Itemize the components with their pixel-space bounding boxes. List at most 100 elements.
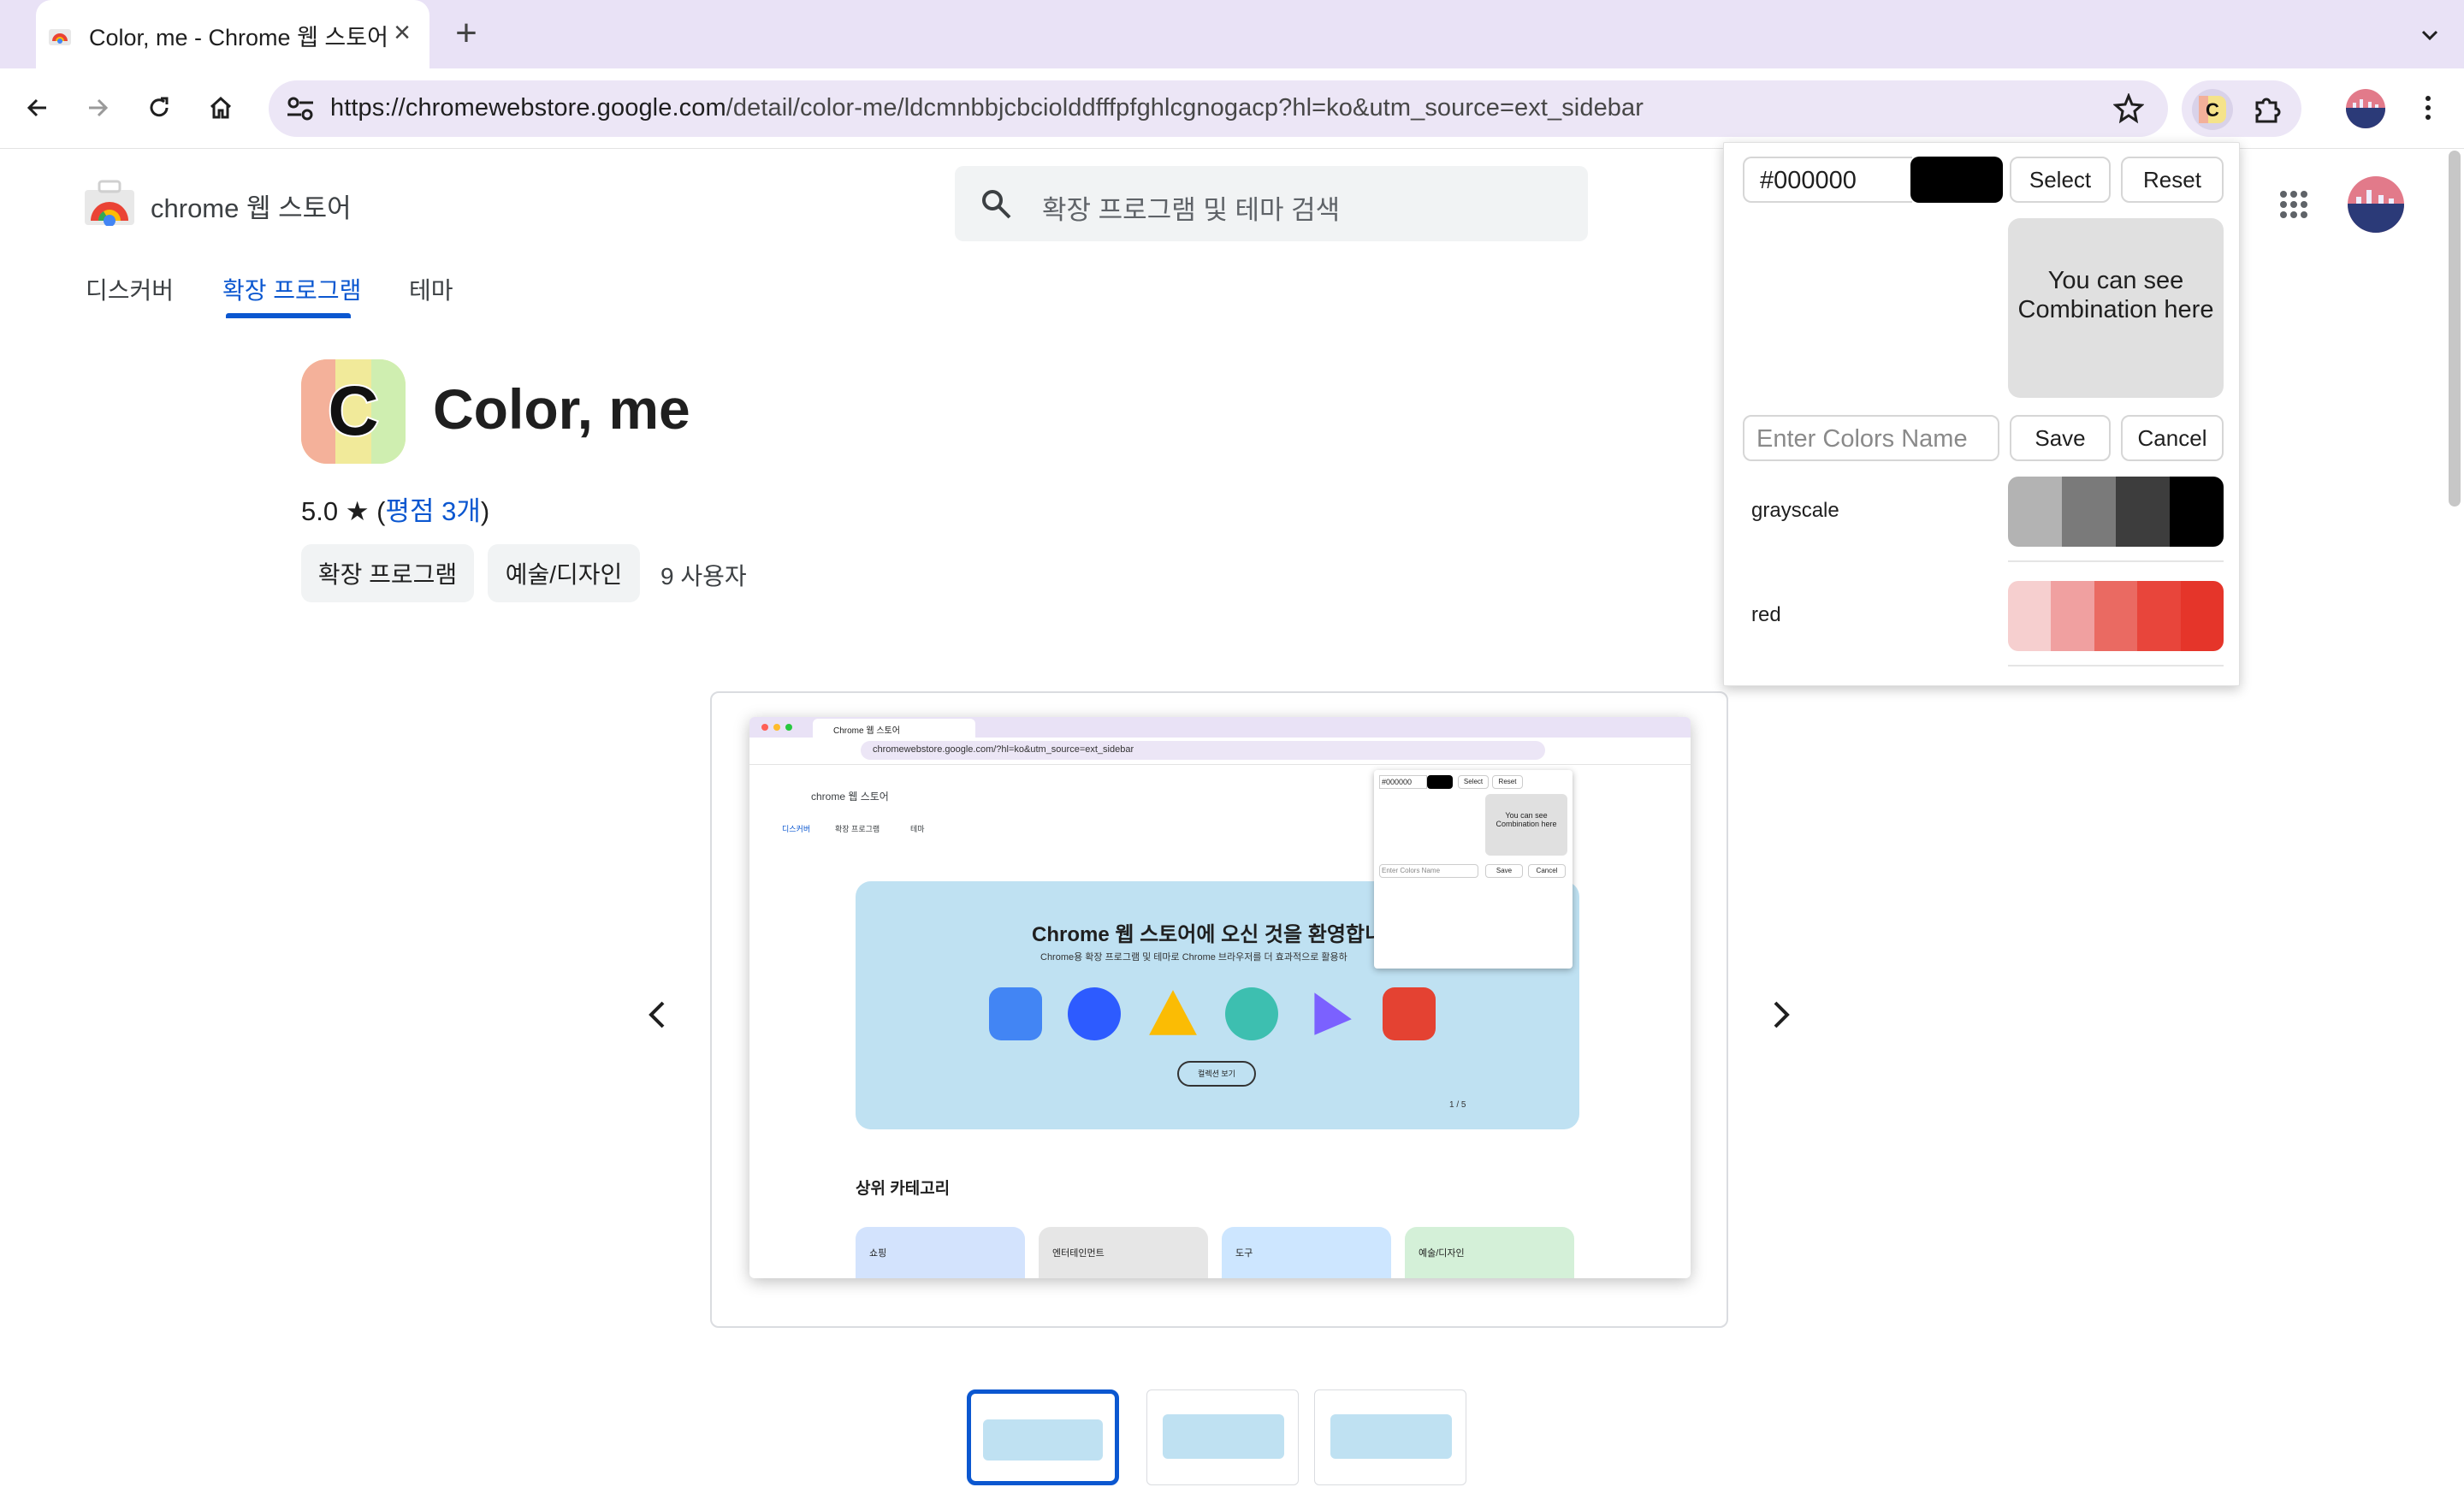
screenshot-nav-extensions: 확장 프로그램 <box>835 825 880 833</box>
carousel-prev-button[interactable] <box>633 991 681 1039</box>
address-bar[interactable]: https://chromewebstore.google.com/detail… <box>269 80 2168 137</box>
tab-discover[interactable]: 디스커버 <box>86 272 174 306</box>
star-filled-icon: ★ <box>345 496 370 526</box>
palette-grayscale[interactable] <box>2008 477 2224 547</box>
screenshot-popup-reset: Reset <box>1492 775 1523 789</box>
app-icon-5 <box>1314 992 1352 1035</box>
thumbnail-1-preview <box>983 1419 1103 1460</box>
screenshot-category-tools: 도구 <box>1222 1227 1391 1278</box>
screenshot-tab-strip: Chrome 웹 스토어 <box>749 717 1691 738</box>
url-domain: https://chromewebstore.google.com <box>330 94 726 121</box>
reset-button[interactable]: Reset <box>2121 157 2224 203</box>
page-scrollbar[interactable] <box>2449 151 2461 507</box>
forward-button[interactable] <box>77 87 118 128</box>
palette-swatch[interactable] <box>2094 581 2138 651</box>
tab-title: Color, me - Chrome 웹 스토어 <box>89 25 388 50</box>
tab-search-button[interactable] <box>2409 17 2450 55</box>
home-button[interactable] <box>200 87 241 128</box>
color-me-extension-button[interactable]: C <box>2192 89 2233 130</box>
color-swatch[interactable] <box>1910 157 2003 203</box>
thumbnail-3-preview <box>1330 1414 1452 1459</box>
palette-swatch[interactable] <box>2137 581 2181 651</box>
palette-swatch[interactable] <box>2008 477 2062 547</box>
palette-swatch[interactable] <box>2051 581 2094 651</box>
drive-app-icon <box>1149 990 1197 1035</box>
apps-grid-icon[interactable] <box>2279 190 2308 219</box>
menu-button[interactable] <box>2408 87 2449 128</box>
back-button[interactable] <box>17 87 58 128</box>
tab-extensions[interactable]: 확장 프로그램 <box>222 272 361 306</box>
screenshot-popup-name: Enter Colors Name <box>1379 864 1478 878</box>
tab-close-icon[interactable]: × <box>394 15 411 50</box>
screenshot-category-entertainment: 엔터테인먼트 <box>1039 1227 1208 1278</box>
chip-extension[interactable]: 확장 프로그램 <box>301 544 474 602</box>
screenshot-category-shopping: 쇼핑 <box>856 1227 1025 1278</box>
tune-icon[interactable] <box>286 95 315 122</box>
palette-swatch[interactable] <box>2116 477 2170 547</box>
screenshot-category-title: 상위 카테고리 <box>856 1180 951 1198</box>
screenshot-hero-subtitle: Chrome용 확장 프로그램 및 테마로 Chrome 브라우저를 더 효과적… <box>1040 952 1348 963</box>
profile-avatar[interactable] <box>2346 89 2385 128</box>
url-path: /detail/color-me/ldcmnbbjcbciolddfffpfgh… <box>726 94 1644 121</box>
thumbnail-2[interactable] <box>1146 1389 1299 1485</box>
zoom-app-icon <box>1068 987 1121 1040</box>
palette-swatch[interactable] <box>2062 477 2116 547</box>
active-tab-indicator <box>226 313 351 318</box>
palette-divider <box>2008 665 2224 667</box>
star-outline-icon[interactable] <box>2113 93 2144 124</box>
home-icon <box>210 96 232 119</box>
select-button[interactable]: Select <box>2010 157 2111 203</box>
palette-name-red: red <box>1751 603 1781 626</box>
carousel-next-button[interactable] <box>1757 991 1805 1039</box>
browser-toolbar: https://chromewebstore.google.com/detail… <box>0 68 2464 149</box>
palette-swatch[interactable] <box>2008 581 2052 651</box>
thumbnail-2-preview <box>1163 1414 1284 1459</box>
user-count: 9 사용자 <box>660 563 747 590</box>
chevron-right-icon <box>1774 1001 1790 1028</box>
screenshot-collection-button: 컬렉션 보기 <box>1177 1061 1256 1087</box>
search-placeholder: 확장 프로그램 및 테마 검색 <box>1042 195 1341 225</box>
palette-swatch[interactable] <box>2180 581 2224 651</box>
chrome-web-store-logo[interactable] <box>84 180 135 226</box>
color-me-logo-icon: C <box>301 359 406 464</box>
arrow-right-icon <box>89 98 109 117</box>
thumbnail-3[interactable] <box>1314 1389 1466 1485</box>
cancel-button[interactable]: Cancel <box>2121 415 2224 461</box>
chrome-web-store-favicon <box>49 29 71 45</box>
thumbnail-1[interactable] <box>967 1389 1119 1485</box>
colors-name-input[interactable]: Enter Colors Name <box>1743 415 1999 461</box>
extension-logo: C <box>301 359 406 464</box>
ratings-link[interactable]: 평점 3개 <box>385 496 480 526</box>
screenshot-nav-themes: 테마 <box>910 825 925 833</box>
window-close-dot <box>761 724 768 731</box>
palette-name-grayscale: grayscale <box>1751 499 1839 522</box>
reload-button[interactable] <box>139 87 180 128</box>
browser-tab[interactable]: Color, me - Chrome 웹 스토어 × <box>36 0 429 68</box>
save-button[interactable]: Save <box>2010 415 2111 461</box>
account-avatar[interactable] <box>2348 176 2404 233</box>
screenshot-toolbar: chromewebstore.google.com/?hl=ko&utm_sou… <box>749 738 1691 765</box>
screenshot-tab: Chrome 웹 스토어 <box>813 719 975 738</box>
palette-red[interactable] <box>2008 581 2224 651</box>
hex-color-input[interactable]: #000000 <box>1743 157 1912 203</box>
tab-themes[interactable]: 테마 <box>409 272 453 306</box>
svg-text:C: C <box>2206 99 2219 121</box>
extension-screenshot[interactable]: Chrome 웹 스토어 chromewebstore.google.com/?… <box>749 717 1691 1278</box>
palette-swatch[interactable] <box>2170 477 2224 547</box>
screenshot-popup: #000000 Select Reset You can see Combina… <box>1374 770 1573 969</box>
screenshot-popup-select: Select <box>1458 775 1489 789</box>
url-text: https://chromewebstore.google.com/detail… <box>330 94 1644 122</box>
arrow-left-icon <box>27 98 46 117</box>
store-name[interactable]: chrome 웹 스토어 <box>151 187 352 225</box>
combination-preview: You can see Combination here <box>2008 218 2224 398</box>
screenshot-popup-swatch <box>1427 775 1453 789</box>
chip-art-design[interactable]: 예술/디자인 <box>488 544 640 602</box>
puzzle-icon[interactable] <box>2250 92 2284 127</box>
profile-avatar-icon <box>2346 89 2385 128</box>
search-icon <box>982 190 1011 219</box>
tab-strip: Color, me - Chrome 웹 스토어 × + <box>0 0 2464 68</box>
extension-title: Color, me <box>433 377 690 441</box>
store-search-bar[interactable]: 확장 프로그램 및 테마 검색 <box>955 166 1588 241</box>
new-tab-button[interactable]: + <box>445 12 488 55</box>
more-vert-icon <box>2426 96 2431 120</box>
